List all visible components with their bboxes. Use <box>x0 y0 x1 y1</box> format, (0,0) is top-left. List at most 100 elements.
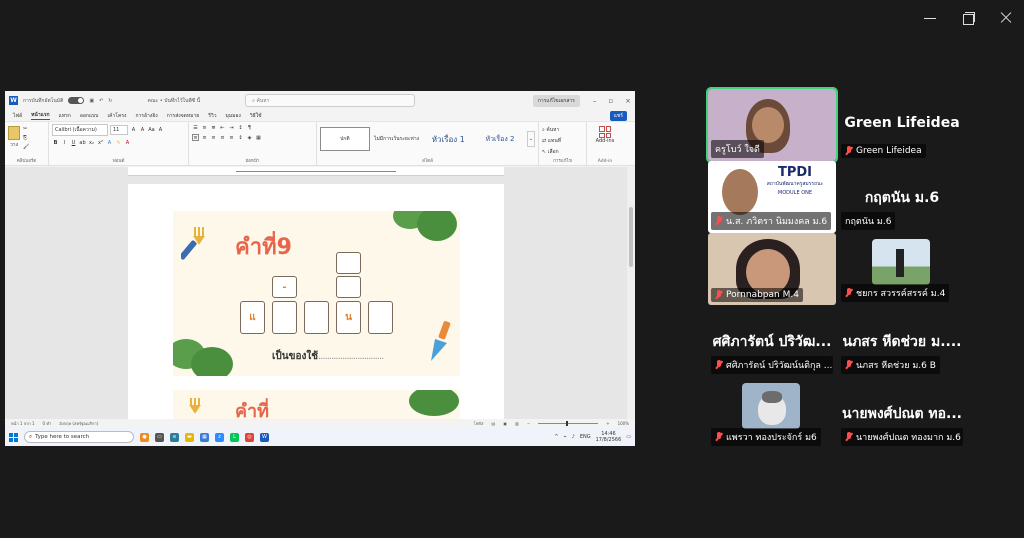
close-icon[interactable] <box>996 8 1016 28</box>
thai-distribute-icon[interactable]: ≡ <box>228 134 235 141</box>
word-minimize-icon[interactable]: – <box>593 97 597 105</box>
justify-icon[interactable]: ≡ <box>219 134 226 141</box>
sort-icon[interactable]: ↕ <box>237 124 244 131</box>
grow-font-icon[interactable]: A <box>130 127 137 134</box>
style-heading2[interactable]: หัวเรื่อง 2 <box>475 127 525 151</box>
participant-tile[interactable]: TPDI สถาบันพัฒนาครูสมรรถนะ MODULE ONE น.… <box>708 161 836 233</box>
participant-tile[interactable]: Green Lifeidea Green Lifeidea <box>838 89 966 161</box>
windows-start-icon[interactable] <box>9 432 18 442</box>
print-layout-icon[interactable]: ▣ <box>503 421 507 426</box>
shading-icon[interactable]: ◈ <box>246 134 253 141</box>
highlight-icon[interactable]: ✎ <box>115 139 122 146</box>
menu-review[interactable]: รีวิว <box>208 112 216 120</box>
zoom-slider[interactable] <box>538 420 599 426</box>
bullets-icon[interactable]: ☰ <box>192 124 199 131</box>
read-mode-icon[interactable]: ▤ <box>492 421 496 426</box>
autosave-toggle[interactable] <box>68 97 85 104</box>
strike-icon[interactable]: ab <box>79 139 86 146</box>
menu-insert[interactable]: แทรก <box>59 112 71 120</box>
network-icon[interactable]: ⌁ <box>564 434 567 440</box>
select-button[interactable]: ↖ เลือก <box>542 148 583 156</box>
restore-icon[interactable] <box>958 8 978 28</box>
taskbar-search[interactable]: ⌕ Type here to search <box>24 431 134 443</box>
word-app-icon[interactable]: W <box>260 432 269 442</box>
zoom-level[interactable]: 100% <box>618 421 629 426</box>
font-name-select[interactable]: Calibri (เนื้อความ) <box>52 124 108 136</box>
document-page[interactable]: คำที่9 - แ น เป็นของใช้.................… <box>128 184 504 419</box>
participant-tile[interactable]: กฤตนัน ม.6 กฤตนัน ม.6 <box>838 161 966 233</box>
cut-icon[interactable]: ✂ <box>23 126 29 132</box>
format-painter-icon[interactable]: 🖌 <box>23 144 29 150</box>
store-icon[interactable]: ▦ <box>200 432 209 442</box>
pilcrow-icon[interactable]: ¶ <box>246 124 253 131</box>
participant-tile[interactable]: ศศิภารัตน์ ปริวัฒ... ศศิภารัตน์ ปริวัฒน์… <box>708 305 836 377</box>
clear-format-icon[interactable]: A <box>157 127 164 134</box>
input-language[interactable]: ENG <box>580 434 591 440</box>
decrease-indent-icon[interactable]: ⇤ <box>219 124 226 131</box>
replace-button[interactable]: ⇄ แทนที่ <box>542 137 583 145</box>
zoom-out-icon[interactable]: − <box>527 421 530 426</box>
font-color-icon[interactable]: A <box>124 139 131 146</box>
word-close-icon[interactable]: × <box>625 97 631 105</box>
language-status[interactable]: อังกฤษ (สหรัฐอเมริกา) <box>59 420 98 427</box>
style-no-spacing[interactable]: ไม่มีการเว้นระยะห่าง <box>372 127 422 151</box>
minimize-icon[interactable] <box>920 8 940 28</box>
font-size-select[interactable]: 11 <box>110 125 128 135</box>
menu-file[interactable]: ไฟล์ <box>13 112 22 120</box>
file-explorer-icon[interactable]: ▬ <box>185 432 194 442</box>
style-normal[interactable]: ปกติ <box>320 127 370 151</box>
edge-icon[interactable]: e <box>170 432 179 442</box>
menu-design[interactable]: ออกแบบ <box>80 112 99 120</box>
participant-tile[interactable]: แพรวา ทองประจักร์ ม6 <box>708 377 836 449</box>
word-restore-icon[interactable]: ▫ <box>608 97 613 105</box>
copy-icon[interactable]: ⎘ <box>23 135 29 141</box>
addins-button[interactable]: Add-ins <box>590 126 620 144</box>
line-spacing-icon[interactable]: ↕ <box>237 134 244 141</box>
tray-chevron-icon[interactable]: ^ <box>554 434 558 440</box>
borders-icon[interactable]: ▦ <box>255 134 262 141</box>
underline-icon[interactable]: U <box>70 139 77 146</box>
participant-tile[interactable]: นายพงศ์ปณต ทอ... นายพงศ์ปณต ทองมาก ม.6 <box>838 377 966 449</box>
text-effects-icon[interactable]: A <box>106 139 113 146</box>
document-area[interactable]: คำที่9 - แ น เป็นของใช้.................… <box>5 167 635 419</box>
increase-indent-icon[interactable]: ⇥ <box>228 124 235 131</box>
zoom-in-icon[interactable]: + <box>606 421 609 426</box>
save-icon[interactable]: ▣ <box>89 98 94 104</box>
bold-icon[interactable]: B <box>52 139 59 146</box>
notification-icon[interactable]: ▭ <box>626 434 631 440</box>
menu-home[interactable]: หน้าแรก <box>31 111 50 120</box>
multilevel-icon[interactable]: ≣ <box>210 124 217 131</box>
zoom-app-icon[interactable]: z <box>215 432 224 442</box>
find-button[interactable]: ⌕ ค้นหา <box>542 126 583 134</box>
menu-mailings[interactable]: การส่งจดหมาย <box>167 112 200 120</box>
line-app-icon[interactable]: L <box>230 432 239 442</box>
web-layout-icon[interactable]: ▥ <box>515 421 519 426</box>
align-right-icon[interactable]: ≡ <box>210 134 217 141</box>
styles-more-icon[interactable]: ⌄ <box>526 131 536 147</box>
participant-tile[interactable]: ชยกร สวรรค์สรรค์ ม.4 <box>838 233 966 305</box>
menu-layout[interactable]: เค้าโครง <box>107 112 126 120</box>
participant-tile[interactable]: ครูโบว์ ใจดี <box>706 87 838 163</box>
italic-icon[interactable]: I <box>61 139 68 146</box>
redo-icon[interactable]: ↻ <box>108 98 112 104</box>
superscript-icon[interactable]: x² <box>97 139 104 146</box>
numbering-icon[interactable]: ≡ <box>201 124 208 131</box>
paste-button[interactable]: วาง <box>8 124 20 149</box>
chrome-icon[interactable]: ◎ <box>245 432 254 442</box>
share-button[interactable]: แชร์ <box>609 110 627 121</box>
participant-tile[interactable]: นภสร หีดช่วย ม.... นภสร หีดช่วย ม.6 B <box>838 305 966 377</box>
word-search-input[interactable]: ⌕ ค้นหา <box>245 94 416 107</box>
participant-tile[interactable]: Pornnabpan M.4 <box>708 233 836 305</box>
widgets-icon[interactable]: ● <box>140 432 149 442</box>
vertical-scrollbar[interactable] <box>627 167 635 419</box>
volume-icon[interactable]: ♪ <box>572 434 575 440</box>
align-left-icon[interactable]: ≡ <box>192 134 199 141</box>
change-case-icon[interactable]: Aa <box>148 127 155 134</box>
taskbar-clock[interactable]: 14:46 17/8/2566 <box>596 431 622 443</box>
menu-view[interactable]: มุมมอง <box>226 112 241 120</box>
style-heading1[interactable]: หัวเรื่อง 1 <box>423 127 473 151</box>
edit-mode-button[interactable]: การแก้ไขเอกสาร <box>532 94 580 107</box>
undo-icon[interactable]: ↶ <box>99 98 103 104</box>
shrink-font-icon[interactable]: A <box>139 127 146 134</box>
subscript-icon[interactable]: x₂ <box>88 139 95 146</box>
